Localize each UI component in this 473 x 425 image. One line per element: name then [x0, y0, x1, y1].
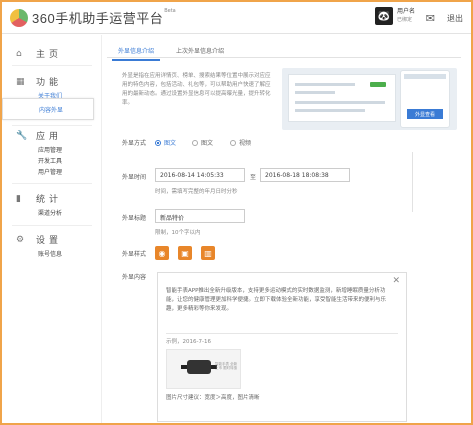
type-option-1[interactable]: 图文 [155, 138, 176, 147]
example-label: 示例，2016-7-16 [166, 339, 211, 345]
preview-illustration: 外显查看 [282, 68, 457, 130]
sidebar-section-settings[interactable]: ⚙ 设置 [16, 233, 62, 247]
sidebar-item-channel[interactable]: 渠道分析 [38, 208, 62, 217]
sidebar-home[interactable]: ⌂ 主页 [16, 47, 62, 61]
preview-green-button [370, 82, 386, 87]
preview-view-button[interactable]: 外显查看 [407, 109, 443, 119]
intro-text: 外显是指在应用详情页、榜单、搜索结果等位置中展示对应应用的特色内容，包括活动、礼… [122, 73, 271, 106]
time-range-separator: 至 [250, 174, 257, 181]
logo[interactable]: 360手机助手运营平台 Beta [10, 8, 176, 27]
mail-icon[interactable]: ✉ [426, 12, 435, 25]
sidebar-item-account[interactable]: 账号信息 [38, 249, 62, 258]
grid-icon: ▦ [16, 76, 25, 87]
type-option-2[interactable]: 图文 [192, 138, 213, 147]
gift-icon[interactable]: ▥ [201, 246, 215, 260]
app-window: 360手机助手运营平台 Beta 🐼 用户名 已绑定 ✉ 退出 ⌂ 主页 ▦ 功… [0, 0, 473, 425]
end-time-input[interactable]: 2016-08-18 18:08:38 [260, 168, 350, 182]
tab-bar: 外显信息介绍 上次外显信息介绍 [112, 42, 240, 61]
tab-last-intro[interactable]: 上次外显信息介绍 [170, 42, 230, 61]
divider [12, 183, 92, 184]
type-label: 外显方式 [122, 140, 147, 147]
tab-intro[interactable]: 外显信息介绍 [112, 42, 161, 61]
gear-icon: ⚙ [16, 234, 25, 245]
image-caption: 智能手表 全新上市 限时特惠 [215, 362, 238, 370]
user-menu[interactable]: 🐼 用户名 已绑定 [374, 7, 415, 25]
logout-link[interactable]: 退出 [447, 13, 463, 24]
sidebar-item-app-manage[interactable]: 应用管理 [38, 145, 62, 154]
radio-icon [155, 139, 161, 146]
user-name: 用户名 [396, 8, 415, 15]
phone-mock: 外显查看 [400, 70, 450, 128]
top-bar: 360手机助手运营平台 Beta 🐼 用户名 已绑定 ✉ 退出 [2, 2, 471, 34]
divider [12, 65, 92, 66]
home-icon: ⌂ [16, 48, 22, 59]
sidebar: ⌂ 主页 ▦ 功能 关于我们 内容外显 🔧 应用 应用管理 开发工具 用户管理 … [2, 35, 102, 423]
editor-footer: 图片尺寸建议：宽度＞高度，图片清晰 [166, 395, 260, 401]
avatar[interactable]: 🐼 [374, 7, 393, 25]
watch-icon [187, 360, 211, 374]
title-input[interactable]: 新品特价 [155, 209, 245, 223]
content-editor[interactable]: ✕ 智能手表APP推出全新升级版本，支持更多运动模式的实时数据监测，新增睡眠质量… [157, 272, 407, 422]
start-time-input[interactable]: 2016-08-14 14:05:33 [155, 168, 245, 182]
user-status: 已绑定 [396, 17, 412, 23]
sidebar-section-apps[interactable]: 🔧 应用 [16, 129, 62, 143]
time-hint: 时间，需填写完整的年月日时分秒 [155, 189, 238, 195]
type-option-3[interactable]: 视频 [230, 138, 251, 147]
style-label: 外显样式 [122, 251, 147, 258]
radio-icon [192, 139, 198, 146]
tab-divider [107, 57, 461, 58]
sidebar-item-active[interactable]: 内容外显 [2, 98, 94, 120]
divider [166, 333, 398, 334]
time-label: 外显时间 [122, 174, 147, 181]
content-label: 外显内容 [122, 274, 147, 281]
sidebar-section-features[interactable]: ▦ 功能 [16, 75, 62, 89]
logo-text: 360手机助手运营平台 [32, 11, 164, 26]
logo-icon [10, 8, 28, 27]
bar-chart-icon: ▮ [16, 193, 21, 204]
eye-icon[interactable]: ◉ [155, 246, 169, 260]
divider [412, 152, 413, 212]
wrench-icon: 🔧 [16, 130, 28, 141]
title-hint: 限制，10个字以内 [155, 230, 201, 236]
title-label: 外显标题 [122, 215, 147, 222]
divider [12, 225, 92, 226]
radio-icon [230, 139, 236, 146]
editor-text[interactable]: 智能手表APP推出全新升级版本，支持更多运动模式的实时数据监测，新增睡眠质量分析… [166, 287, 391, 314]
sidebar-item-dev-tools[interactable]: 开发工具 [38, 156, 62, 165]
example-image: 智能手表 全新上市 限时特惠 [166, 349, 241, 389]
divider [12, 125, 92, 126]
beta-badge: Beta [164, 8, 176, 14]
sidebar-section-stats[interactable]: ▮ 统计 [16, 192, 62, 206]
close-icon[interactable]: ✕ [392, 276, 400, 286]
sidebar-item-users[interactable]: 用户管理 [38, 167, 62, 176]
chat-icon[interactable]: ▣ [178, 246, 192, 260]
